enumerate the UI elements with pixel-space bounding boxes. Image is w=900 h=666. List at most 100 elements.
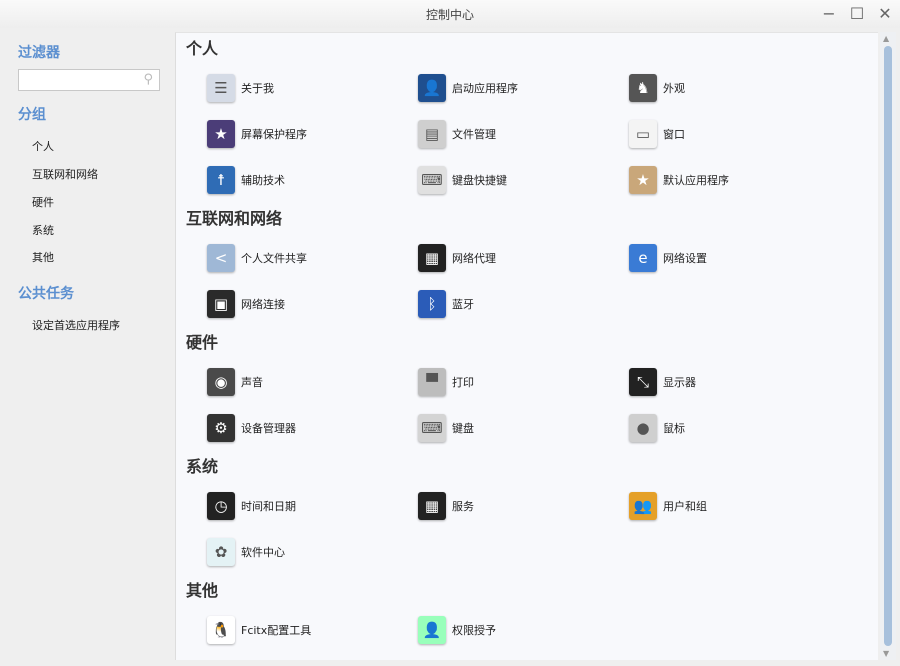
scroll-down-icon[interactable]: ▼ — [883, 649, 889, 658]
applet-item[interactable]: e 网络设置 — [629, 235, 840, 281]
window-title: 控制中心 — [425, 8, 474, 22]
applet-item[interactable]: ● 鼠标 — [629, 405, 840, 451]
applet-item[interactable]: ✿ 软件中心 — [207, 529, 418, 575]
applet-label: 用户和组 — [663, 500, 707, 513]
applet-item[interactable]: ᛒ 蓝牙 — [418, 281, 629, 327]
applet-item[interactable]: ▦ 服务 — [418, 483, 629, 529]
proxy-server-icon: ▦ — [418, 244, 446, 272]
applet-row: ☨ 辅助技术 ⌨ 键盘快捷键 ★ 默认应用程序 — [176, 157, 878, 203]
applet-item[interactable]: ▣ 网络连接 — [207, 281, 418, 327]
applet-item[interactable]: ★ 默认应用程序 — [629, 157, 840, 203]
group-heading: 分组 — [18, 107, 46, 123]
applet-label: 打印 — [452, 376, 474, 389]
applet-label: 权限授予 — [452, 624, 496, 637]
applet-label: 网络连接 — [241, 298, 285, 311]
sidebar-item-hardware[interactable]: 硬件 — [32, 194, 54, 210]
applet-item[interactable]: ◉ 声音 — [207, 359, 418, 405]
share-folder-icon: < — [207, 244, 235, 272]
applet-label: 键盘快捷键 — [452, 174, 507, 187]
applet-item[interactable]: ☰ 关于我 — [207, 65, 418, 111]
default-apps-box-icon: ★ — [629, 166, 657, 194]
applet-label: 设备管理器 — [241, 422, 296, 435]
section-heading: 硬件 — [186, 333, 219, 352]
scrollbar[interactable]: ▲ ▼ — [880, 32, 896, 660]
applet-item[interactable]: 👥 用户和组 — [629, 483, 840, 529]
applet-item[interactable]: ☨ 辅助技术 — [207, 157, 418, 203]
applet-item[interactable]: ◷ 时间和日期 — [207, 483, 418, 529]
applet-item[interactable]: ⤡ 显示器 — [629, 359, 840, 405]
accessibility-icon: ☨ — [207, 166, 235, 194]
id-card-icon: ☰ — [207, 74, 235, 102]
applet-label: 辅助技术 — [241, 174, 285, 187]
applet-label: 软件中心 — [241, 546, 285, 559]
sidebar-item-internet[interactable]: 互联网和网络 — [32, 166, 98, 182]
applet-label: 启动应用程序 — [452, 82, 518, 95]
applet-row: ◉ 声音 ▀ 打印 ⤡ 显示器 — [176, 359, 878, 405]
minimize-button[interactable]: − — [819, 4, 839, 24]
applet-item[interactable]: ♞ 外观 — [629, 65, 840, 111]
search-icon[interactable]: ⚲ — [143, 72, 153, 87]
maximize-button[interactable]: ☐ — [847, 4, 867, 24]
applet-item[interactable]: < 个人文件共享 — [207, 235, 418, 281]
suit-icon: ♞ — [629, 74, 657, 102]
applet-item[interactable]: ★ 屏幕保护程序 — [207, 111, 418, 157]
search-box[interactable]: ⚲ — [18, 69, 160, 91]
section-heading: 互联网和网络 — [186, 209, 283, 228]
section-heading: 其他 — [186, 581, 219, 600]
applet-label: 屏幕保护程序 — [241, 128, 307, 141]
applet-item[interactable]: ⌨ 键盘快捷键 — [418, 157, 629, 203]
applet-label: 窗口 — [663, 128, 685, 141]
applet-item[interactable]: ▦ 网络代理 — [418, 235, 629, 281]
user-silhouette-icon: 👤 — [418, 74, 446, 102]
scrollbar-thumb[interactable] — [884, 46, 892, 646]
search-input[interactable] — [19, 70, 131, 90]
sidebar-item-system[interactable]: 系统 — [32, 222, 54, 238]
penguin-icon: 🐧 — [207, 616, 235, 644]
filter-heading: 过滤器 — [18, 45, 60, 61]
applet-item[interactable]: 👤 启动应用程序 — [418, 65, 629, 111]
bluetooth-icon: ᛒ — [418, 290, 446, 318]
applet-label: 显示器 — [663, 376, 696, 389]
clock-icon: ◷ — [207, 492, 235, 520]
applet-label: Fcitx配置工具 — [241, 624, 312, 637]
applet-label: 文件管理 — [452, 128, 496, 141]
applet-row: ★ 屏幕保护程序 ▤ 文件管理 ▭ 窗口 — [176, 111, 878, 157]
speaker-icon: ◉ — [207, 368, 235, 396]
applet-label: 网络设置 — [663, 252, 707, 265]
applet-item[interactable]: ▭ 窗口 — [629, 111, 840, 157]
network-connection-icon: ▣ — [207, 290, 235, 318]
applet-label: 服务 — [452, 500, 474, 513]
sidebar: 过滤器 ⚲ 分组 个人 互联网和网络 硬件 系统 其他 公共任务 设定首选应用程… — [0, 28, 175, 666]
keyboard-shortcut-icon: ⌨ — [418, 166, 446, 194]
task-preferred-apps[interactable]: 设定首选应用程序 — [32, 317, 120, 333]
applet-row: 🐧 Fcitx配置工具 👤 权限授予 — [176, 607, 878, 653]
sidebar-item-other[interactable]: 其他 — [32, 249, 54, 265]
scroll-up-icon[interactable]: ▲ — [883, 34, 889, 43]
applet-item[interactable]: ▀ 打印 — [418, 359, 629, 405]
applet-label: 鼠标 — [663, 422, 685, 435]
sidebar-item-personal[interactable]: 个人 — [32, 138, 54, 154]
applet-item[interactable]: 🐧 Fcitx配置工具 — [207, 607, 418, 653]
users-groups-icon: 👥 — [629, 492, 657, 520]
software-center-icon: ✿ — [207, 538, 235, 566]
applet-label: 默认应用程序 — [663, 174, 729, 187]
screensaver-icon: ★ — [207, 120, 235, 148]
permission-user-icon: 👤 — [418, 616, 446, 644]
title-bar: 控制中心 − ☐ ✕ — [0, 0, 900, 28]
applet-row: ☰ 关于我 👤 启动应用程序 ♞ 外观 — [176, 65, 878, 111]
applet-row: ◷ 时间和日期 ▦ 服务 👥 用户和组 — [176, 483, 878, 529]
file-cabinet-icon: ▤ — [418, 120, 446, 148]
applet-item[interactable]: ⚙ 设备管理器 — [207, 405, 418, 451]
tasks-heading: 公共任务 — [18, 286, 74, 302]
applet-label: 关于我 — [241, 82, 274, 95]
close-button[interactable]: ✕ — [875, 4, 895, 24]
applet-item[interactable]: 👤 权限授予 — [418, 607, 629, 653]
applet-label: 时间和日期 — [241, 500, 296, 513]
applet-row: ⚙ 设备管理器 ⌨ 键盘 ● 鼠标 — [176, 405, 878, 451]
section-heading: 个人 — [186, 39, 219, 58]
applet-item[interactable]: ▤ 文件管理 — [418, 111, 629, 157]
window-icon: ▭ — [629, 120, 657, 148]
printer-icon: ▀ — [418, 368, 446, 396]
applet-item[interactable]: ⌨ 键盘 — [418, 405, 629, 451]
applet-row: ▣ 网络连接 ᛒ 蓝牙 — [176, 281, 878, 327]
